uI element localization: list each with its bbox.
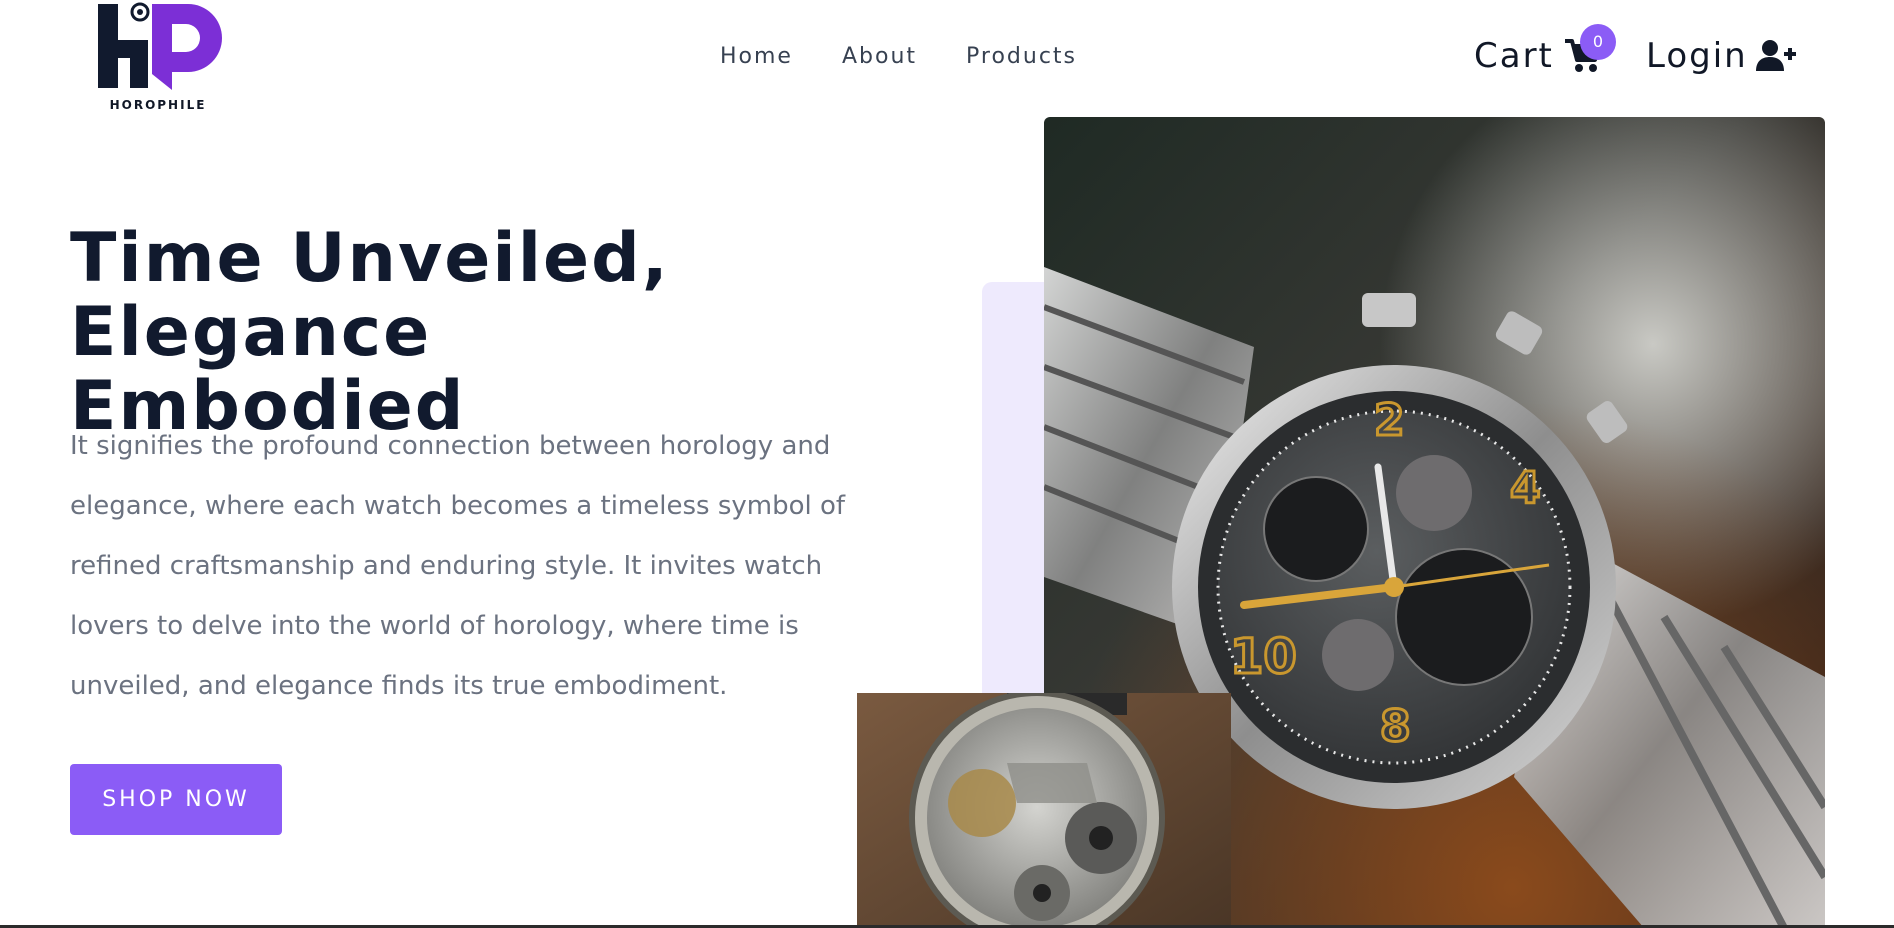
login-label: Login [1646, 36, 1748, 76]
pocket-watch-movement-image [857, 693, 1231, 928]
logo-mark-icon [98, 2, 222, 90]
svg-text:10: 10 [1230, 629, 1297, 685]
svg-text:4: 4 [1510, 463, 1541, 514]
hero-title-line-1: Time Unveiled, [70, 219, 670, 298]
user-plus-icon [1755, 39, 1796, 73]
shop-now-button[interactable]: SHOP NOW [70, 764, 282, 835]
nav-home-link[interactable]: Home [720, 42, 793, 72]
svg-text:2: 2 [1374, 395, 1405, 446]
brand-name: HOROPHILE [109, 98, 207, 112]
svg-text:8: 8 [1380, 701, 1411, 752]
cart-count-badge: 0 [1580, 24, 1616, 60]
nav-about-link[interactable]: About [842, 42, 917, 72]
main-nav: Home About Products [720, 42, 1077, 72]
nav-products-link[interactable]: Products [966, 42, 1077, 72]
cart-label: Cart [1474, 36, 1554, 76]
hero-title: Time Unveiled, Elegance Embodied [70, 222, 830, 444]
brand-logo[interactable]: HOROPHILE [96, 0, 224, 114]
cart-button[interactable]: Cart 0 [1474, 24, 1616, 76]
hero-description: It signifies the profound connection bet… [70, 431, 846, 701]
login-button[interactable]: Login [1646, 36, 1796, 76]
